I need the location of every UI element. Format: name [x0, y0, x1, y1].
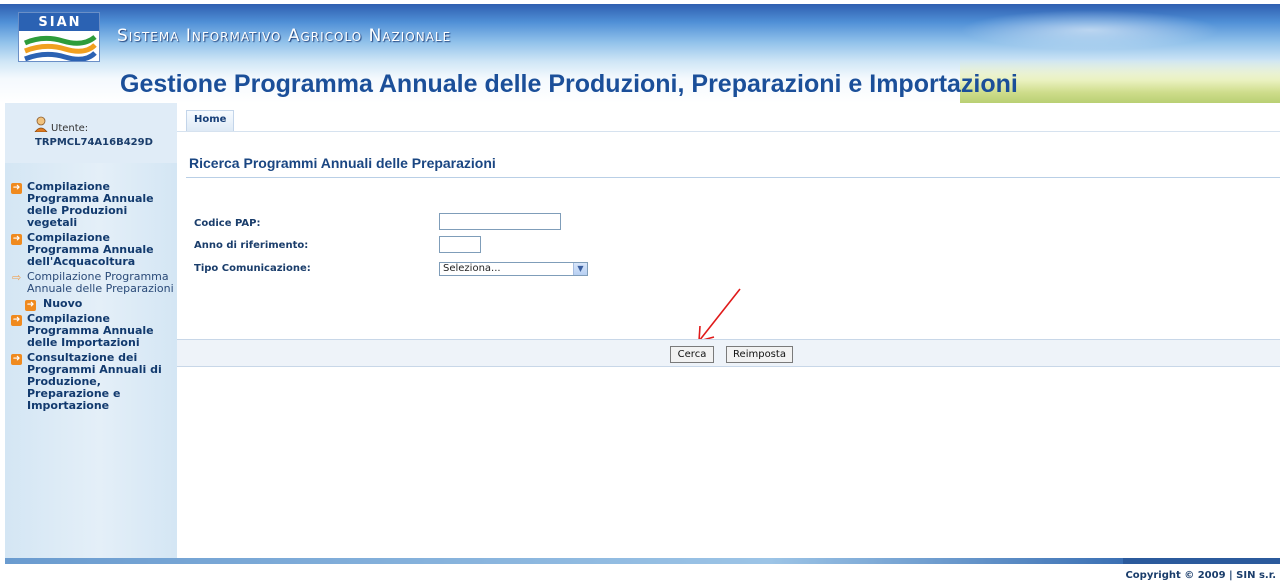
arrow-right-icon: ➜	[11, 354, 22, 365]
sidebar-menu: ➜ Compilazione Programma Annuale delle P…	[11, 181, 175, 415]
sidebar-item-produzioni-vegetali[interactable]: ➜ Compilazione Programma Annuale delle P…	[11, 181, 175, 229]
search-button[interactable]: Cerca	[670, 346, 714, 363]
title-divider	[186, 177, 1280, 178]
sidebar-item-preparazioni[interactable]: ⇨ Compilazione Programma Annuale delle P…	[11, 271, 175, 295]
header-clouds	[960, 10, 1220, 50]
arrow-right-icon: ➜	[11, 234, 22, 245]
user-icon	[34, 116, 48, 132]
arrow-right-icon: ➜	[11, 315, 22, 326]
sidebar-item-acquacoltura[interactable]: ➜ Compilazione Programma Annuale dell'Ac…	[11, 232, 175, 268]
footer-bar-accent	[1123, 558, 1280, 564]
chevron-down-icon[interactable]: ▼	[573, 263, 587, 275]
footer-bar	[5, 558, 1280, 564]
arrow-right-icon: ➜	[25, 300, 36, 311]
copyright-text: Copyright © 2009 | SIN s.r.	[1125, 570, 1276, 581]
tipo-comunicazione-select[interactable]: Seleziona... ▼	[439, 262, 588, 276]
tipo-comunicazione-selected: Seleziona...	[443, 263, 501, 274]
user-code: TRPMCL74A16B429D	[35, 137, 153, 148]
codice-pap-label: Codice PAP:	[194, 218, 261, 229]
codice-pap-input[interactable]	[439, 213, 561, 230]
arrow-right-icon: ⇨	[12, 271, 22, 284]
page-title: Ricerca Programmi Annuali delle Preparaz…	[189, 155, 496, 171]
sidebar-item-label: Consultazione dei Programmi Annuali di P…	[27, 351, 162, 412]
app-title: Gestione Programma Annuale delle Produzi…	[120, 70, 1018, 98]
sidebar-item-label: Compilazione Programma Annuale delle Imp…	[27, 312, 154, 349]
arrow-right-icon: ➜	[11, 183, 22, 194]
sidebar-item-consultazione[interactable]: ➜ Consultazione dei Programmi Annuali di…	[11, 352, 175, 412]
sidebar-item-label: Compilazione Programma Annuale delle Pro…	[27, 180, 154, 229]
anno-riferimento-label: Anno di riferimento:	[194, 240, 309, 251]
logo-text: SIAN	[38, 15, 82, 30]
sidebar-item-label: Compilazione Programma Annuale delle Pre…	[27, 270, 174, 295]
reset-button[interactable]: Reimposta	[726, 346, 793, 363]
sidebar-item-label: Compilazione Programma Annuale dell'Acqu…	[27, 231, 154, 268]
sidebar: Utente: TRPMCL74A16B429D ➜ Compilazione …	[5, 103, 177, 559]
sidebar-item-importazioni[interactable]: ➜ Compilazione Programma Annuale delle I…	[11, 313, 175, 349]
sian-logo: SIAN	[18, 12, 100, 62]
tipo-comunicazione-label: Tipo Comunicazione:	[194, 263, 311, 274]
sidebar-subitem-nuovo[interactable]: ➜ Nuovo	[11, 297, 175, 311]
user-box: Utente: TRPMCL74A16B429D	[5, 103, 177, 163]
user-label: Utente:	[51, 123, 89, 134]
anno-riferimento-input[interactable]	[439, 236, 481, 253]
system-name: Sistema Informativo Agricolo Nazionale	[117, 26, 452, 46]
sidebar-item-label: Nuovo	[43, 297, 83, 310]
tab-divider	[177, 131, 1280, 132]
tab-home[interactable]: Home	[186, 110, 234, 132]
header-banner: SIAN Sistema Informativo Agricolo Nazion…	[0, 0, 1280, 103]
logo-waves-icon	[23, 34, 97, 61]
